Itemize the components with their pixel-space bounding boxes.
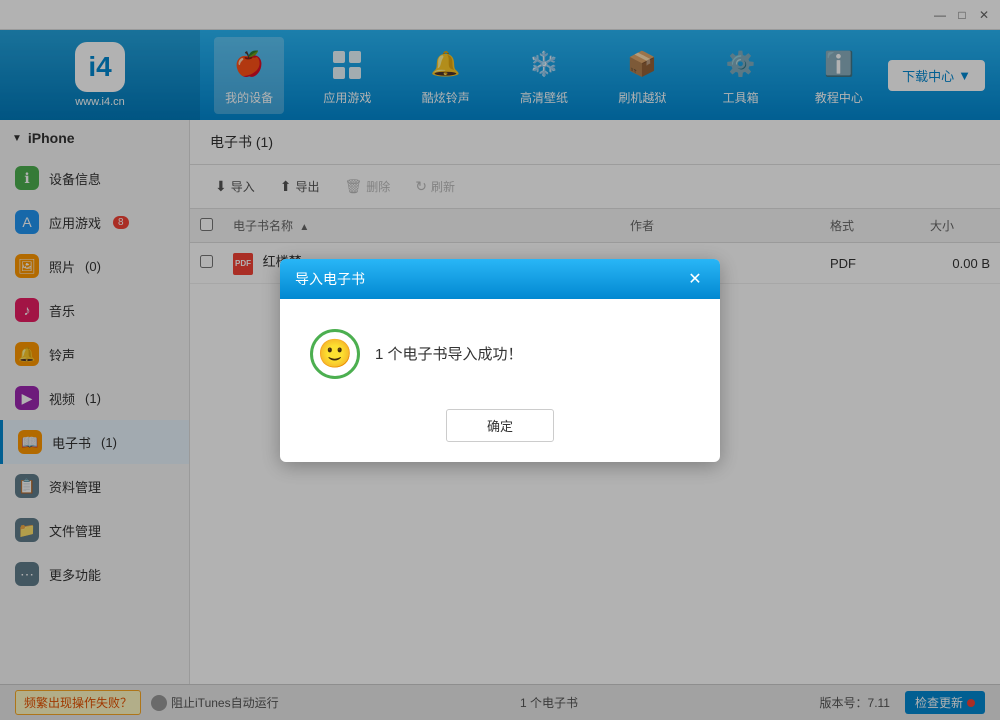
dialog-title: 导入电子书 [295,269,365,289]
success-smiley-icon: 🙂 [310,329,360,379]
dialog-close-button[interactable]: ✕ [685,269,705,289]
dialog-body: 🙂 1 个电子书导入成功！ [280,299,720,399]
import-dialog: 导入电子书 ✕ 🙂 1 个电子书导入成功！ 确定 [280,259,720,462]
dialog-header: 导入电子书 ✕ [280,259,720,299]
dialog-message: 1 个电子书导入成功！ [375,343,523,364]
dialog-ok-button[interactable]: 确定 [446,409,554,442]
dialog-footer: 确定 [280,399,720,462]
dialog-overlay: 导入电子书 ✕ 🙂 1 个电子书导入成功！ 确定 [0,0,1000,720]
